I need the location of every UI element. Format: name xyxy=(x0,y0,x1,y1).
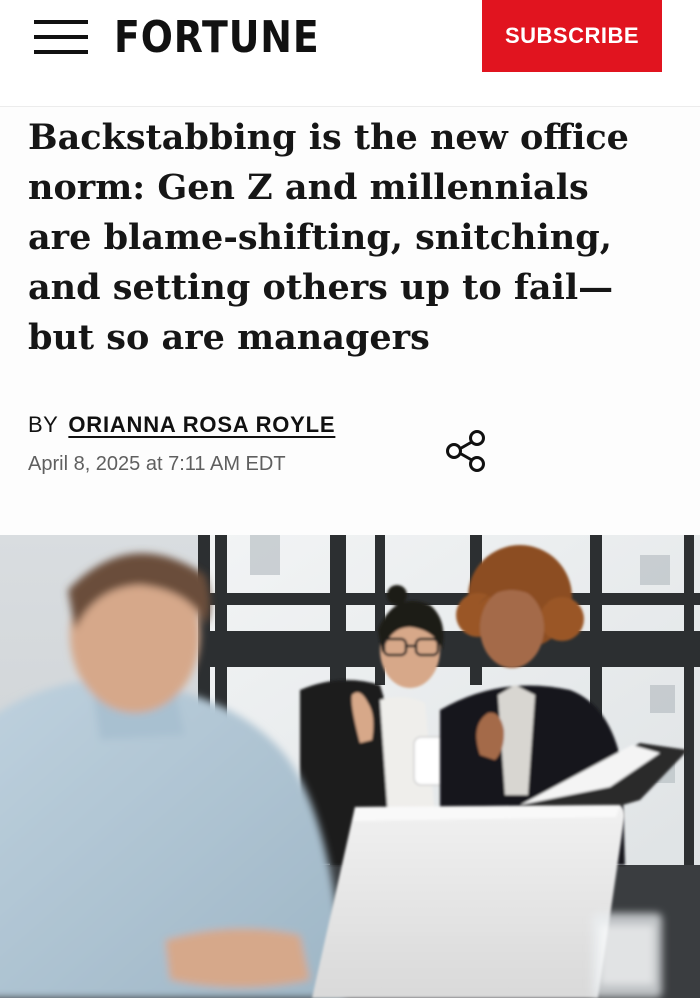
article-headline: Backstabbing is the new office norm: Gen… xyxy=(28,117,629,358)
publish-date: April 8, 2025 at 7:11 AM EDT xyxy=(28,453,286,475)
site-header: FORTUNE SUBSCRIBE xyxy=(0,0,700,107)
fortune-logo[interactable]: FORTUNE xyxy=(114,10,320,66)
subscribe-button[interactable]: SUBSCRIBE xyxy=(482,0,662,72)
author-link[interactable]: ORIANNA ROSA ROYLE xyxy=(68,412,335,438)
hero-image xyxy=(0,535,700,998)
office-colleagues-whispering-photo xyxy=(0,535,700,998)
byline-prefix: BY xyxy=(28,412,59,437)
hamburger-menu-icon[interactable] xyxy=(34,20,88,54)
article-header: Backstabbing is the new office norm: Gen… xyxy=(0,107,700,535)
share-icon[interactable] xyxy=(444,428,490,474)
byline: BY ORIANNA ROSA ROYLE xyxy=(28,412,335,444)
